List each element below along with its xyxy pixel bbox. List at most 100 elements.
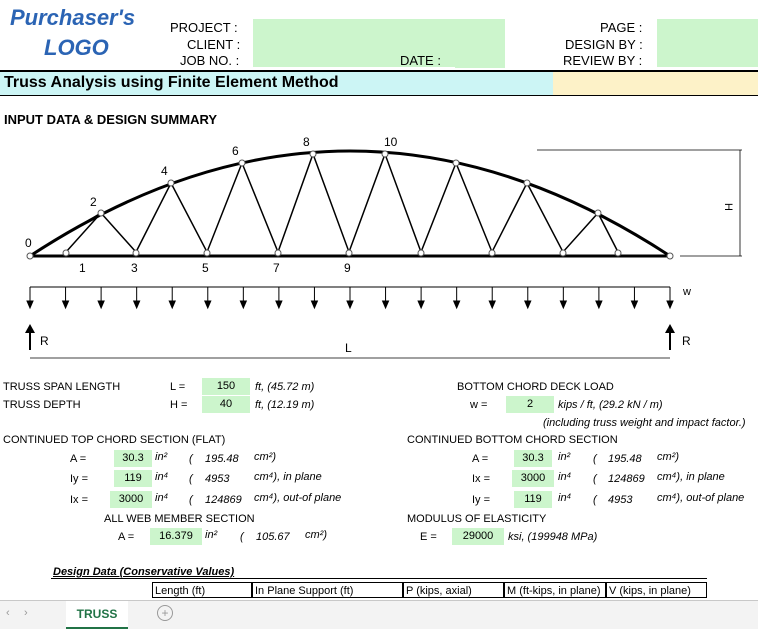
node-label-1: 1 [79, 261, 86, 275]
top-iy-metric: 4953 [205, 473, 230, 485]
top-ix-metric: 124869 [205, 494, 242, 506]
load-arrow-head [595, 300, 603, 310]
top-ix-input[interactable]: 3000 [110, 491, 152, 508]
bottom-a-metric: 195.48 [608, 453, 642, 465]
depth-label: TRUSS DEPTH [3, 399, 81, 411]
top-ix-symbol: Ix = [70, 494, 89, 506]
web-a-paren: ( [240, 531, 244, 543]
load-arrow-head [61, 300, 70, 310]
load-arrow-head [275, 300, 283, 310]
top-iy-paren: ( [189, 473, 193, 485]
load-arrow-head [168, 300, 176, 310]
h-dimension-label: H [722, 203, 734, 211]
load-arrow-head [97, 300, 105, 310]
web-a-unit: in² [205, 529, 218, 541]
load-arrow-head [452, 300, 461, 310]
load-arrow-head [204, 300, 212, 310]
web-a-metric-unit: cm²) [305, 529, 327, 541]
depth-input[interactable]: 40 [202, 396, 250, 413]
load-arrow-head [524, 300, 532, 310]
modulus-symbol: E = [420, 531, 437, 543]
sheet-tab-truss[interactable]: TRUSS [66, 601, 128, 629]
truss-diagram: H 0 2 4 6 8 10 1 3 5 7 9 w R R L [25, 135, 742, 359]
modulus-unit: ksi, (199948 MPa) [508, 531, 598, 543]
span-symbol: L = [170, 381, 186, 393]
node-label-5: 5 [202, 261, 209, 275]
load-arrow-head [488, 300, 496, 310]
load-arrows [26, 287, 674, 310]
top-iy-symbol: Iy = [70, 473, 89, 485]
load-arrow-head [666, 300, 674, 310]
bottom-ix-metric: 124869 [608, 473, 645, 485]
node-label-8: 8 [303, 135, 310, 149]
modulus-input[interactable]: 29000 [452, 528, 504, 545]
web-heading: ALL WEB MEMBER SECTION [104, 513, 255, 525]
bottom-a-paren: ( [593, 453, 597, 465]
bottom-iy-metric-unit: cm⁴), out-of plane [657, 492, 745, 504]
bottom-ix-unit: in⁴ [558, 471, 572, 483]
col-v-in-plane: V (kips, in plane) [606, 582, 707, 598]
col-p-axial: P (kips, axial) [403, 582, 504, 598]
deck-load-input[interactable]: 2 [506, 396, 554, 413]
load-arrow-head [132, 300, 141, 310]
plus-circle-icon[interactable]: + [157, 605, 173, 621]
top-chord-heading: CONTINUED TOP CHORD SECTION (FLAT) [3, 434, 226, 446]
top-ix-metric-unit: cm⁴), out-of plane [254, 492, 342, 504]
depth-symbol: H = [170, 399, 188, 411]
bottom-iy-metric: 4953 [608, 494, 633, 506]
load-arrow-head [346, 300, 354, 310]
design-table-title: Design Data (Conservative Values) [53, 566, 235, 578]
design-table-rule [51, 578, 707, 580]
top-iy-input[interactable]: 119 [114, 470, 152, 487]
top-a-metric-unit: cm²) [254, 451, 276, 463]
bottom-iy-symbol: Iy = [472, 494, 491, 506]
deck-load-note: (including truss weight and impact facto… [543, 417, 746, 429]
bottom-a-symbol: A = [472, 453, 489, 465]
bottom-ix-paren: ( [593, 473, 597, 485]
load-arrow-head [26, 300, 34, 310]
bottom-a-unit: in² [558, 451, 571, 463]
scroll-right-icon[interactable]: › [24, 607, 28, 619]
top-iy-unit: in⁴ [155, 471, 169, 483]
bottom-iy-input[interactable]: 119 [514, 491, 552, 508]
load-arrow-head [559, 300, 568, 310]
node-label-2: 2 [90, 195, 97, 209]
bottom-ix-symbol: Ix = [472, 473, 491, 485]
scroll-left-icon[interactable]: ‹ [6, 607, 10, 619]
web-members [29, 151, 671, 257]
bottom-ix-metric-unit: cm⁴), in plane [657, 471, 725, 483]
col-in-plane-support: In Plane Support (ft) [252, 582, 403, 598]
bottom-ix-input[interactable]: 3000 [512, 470, 554, 487]
web-a-metric: 105.67 [256, 531, 290, 543]
sheet-tab-bar: ‹ › TRUSS + [0, 600, 758, 629]
node-label-10: 10 [384, 135, 398, 149]
w-label: w [682, 286, 691, 298]
span-label: TRUSS SPAN LENGTH [3, 381, 121, 393]
modulus-heading: MODULUS OF ELASTICITY [407, 513, 547, 525]
top-a-paren: ( [189, 453, 193, 465]
bottom-a-input[interactable]: 30.3 [514, 450, 552, 467]
top-a-unit: in² [155, 451, 168, 463]
load-arrow-head [239, 300, 248, 310]
load-arrow-head [417, 300, 425, 310]
deck-load-label: BOTTOM CHORD DECK LOAD [457, 381, 614, 393]
top-ix-unit: in⁴ [155, 492, 169, 504]
load-arrow-head [381, 300, 390, 310]
web-a-input[interactable]: 16.379 [150, 528, 202, 545]
bottom-chord-heading: CONTINUED BOTTOM CHORD SECTION [407, 434, 618, 446]
node-label-3: 3 [131, 261, 138, 275]
reaction-right-label: R [682, 334, 691, 348]
top-iy-metric-unit: cm⁴), in plane [254, 471, 322, 483]
node-label-7: 7 [273, 261, 280, 275]
reaction-right-arrow [665, 324, 675, 333]
deck-load-symbol: w = [470, 399, 488, 411]
top-a-input[interactable]: 30.3 [114, 450, 152, 467]
depth-unit: ft, (12.19 m) [255, 399, 315, 411]
bottom-a-metric-unit: cm²) [657, 451, 679, 463]
bottom-iy-unit: in⁴ [558, 492, 572, 504]
node-label-0: 0 [25, 236, 32, 250]
col-length: Length (ft) [152, 582, 252, 598]
span-input[interactable]: 150 [202, 378, 250, 395]
load-arrow-head [310, 300, 319, 310]
load-arrow-head [630, 300, 639, 310]
